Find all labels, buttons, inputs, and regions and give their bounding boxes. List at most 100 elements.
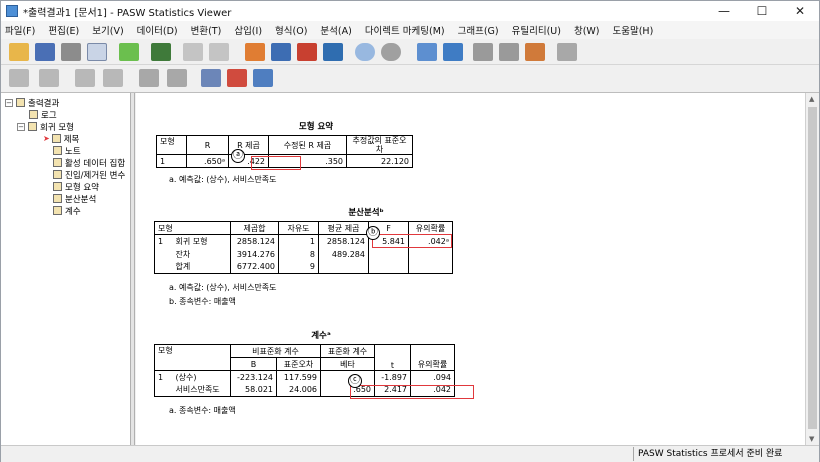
hide-icon[interactable] xyxy=(167,69,187,87)
tree-log[interactable]: 로그 xyxy=(29,109,57,121)
header-cell: 유의확률 xyxy=(408,221,453,235)
menu-bar: 파일(F) 편집(E) 보기(V) 데이터(D) 변환(T) 삽입(I) 형식(… xyxy=(1,21,819,39)
window-title: *출력결과1 [문서1] - PASW Statistics Viewer xyxy=(23,7,232,19)
table-cell: 1 xyxy=(278,234,319,248)
menu-utilities[interactable]: 유틸리티(U) xyxy=(512,23,561,37)
variables-icon[interactable] xyxy=(271,43,291,61)
menu-file[interactable]: 파일(F) xyxy=(5,23,35,37)
goto-case-icon[interactable] xyxy=(245,43,265,61)
collapse-toggle-icon[interactable]: − xyxy=(17,122,25,131)
export-icon[interactable] xyxy=(119,43,139,61)
insert-title-icon[interactable] xyxy=(227,69,247,87)
show-icon[interactable] xyxy=(139,69,159,87)
designate-window-icon[interactable] xyxy=(473,43,493,61)
header-cell: 모형 xyxy=(154,221,231,235)
header-cell: 추정값의 표준오차 xyxy=(346,135,413,155)
table-cell: 489.284 xyxy=(318,247,369,261)
tree-notes[interactable]: 노트 xyxy=(53,145,81,157)
scroll-down-icon[interactable]: ▼ xyxy=(809,435,814,443)
coefficients-title: 계수ᵃ xyxy=(311,331,331,341)
forward-icon[interactable] xyxy=(39,69,59,87)
maximize-button[interactable]: ☐ xyxy=(743,1,781,21)
print-icon[interactable] xyxy=(61,43,81,61)
scrollbar-thumb[interactable] xyxy=(808,107,817,429)
header-cell: 표준오차 xyxy=(276,357,321,371)
show-all-icon[interactable] xyxy=(443,43,463,61)
title-bar: *출력결과1 [문서1] - PASW Statistics Viewer — … xyxy=(1,1,819,21)
tree-model-summary[interactable]: 모형 요약 xyxy=(53,181,99,193)
tree-output[interactable]: − 출력결과 xyxy=(5,97,59,109)
status-bar: PASW Statistics 프로세서 준비 완료 xyxy=(1,445,819,462)
table-cell: 117.599 xyxy=(276,370,321,384)
table-footnote: a. 예측값: (상수), 서비스만족도 xyxy=(169,283,277,292)
weight-icon[interactable] xyxy=(323,43,343,61)
highlight-box xyxy=(350,385,474,399)
minimize-button[interactable]: — xyxy=(705,1,743,21)
tree-variables-entered[interactable]: 진입/제거된 변수 xyxy=(53,169,125,181)
header-cell: 비표준화 계수 xyxy=(230,344,321,358)
expand-icon[interactable] xyxy=(75,69,95,87)
tree-anova[interactable]: 분산분석 xyxy=(53,193,96,205)
header-cell: B xyxy=(230,357,277,371)
title-icon xyxy=(51,134,61,143)
highlight-box xyxy=(251,156,301,170)
back-icon[interactable] xyxy=(9,69,29,87)
select-cases-icon[interactable] xyxy=(297,43,317,61)
value-labels-icon[interactable] xyxy=(381,43,401,61)
menu-direct-marketing[interactable]: 다이렉트 마케팅(M) xyxy=(365,23,445,37)
table-cell: 8 xyxy=(278,247,319,261)
table-cell: 회귀 모형 xyxy=(172,234,231,248)
menu-view[interactable]: 보기(V) xyxy=(92,23,123,37)
save-icon[interactable] xyxy=(35,43,55,61)
header-cell: t xyxy=(374,344,411,371)
table-cell xyxy=(368,260,409,274)
menu-window[interactable]: 창(W) xyxy=(574,23,600,37)
vertical-scrollbar[interactable]: ▲ ▼ xyxy=(805,93,819,445)
outline-pane: − 출력결과 로그 − 회귀 모형 ➤ 제목 노트 활성 데이터 집합 진입/제… xyxy=(1,93,131,445)
pane-splitter[interactable] xyxy=(131,93,135,445)
table-cell xyxy=(408,247,453,261)
table-cell: 1 xyxy=(156,154,187,168)
menu-help[interactable]: 도움말(H) xyxy=(613,23,654,37)
tree-active-dataset[interactable]: 활성 데이터 집합 xyxy=(53,157,125,169)
preview-icon[interactable] xyxy=(87,43,107,61)
table-cell: 1 xyxy=(154,370,173,384)
current-arrow-icon: ➤ xyxy=(43,134,50,143)
menu-data[interactable]: 데이터(D) xyxy=(137,23,178,37)
goto-data-icon[interactable] xyxy=(151,43,171,61)
table-icon xyxy=(53,206,62,215)
open-icon[interactable] xyxy=(9,43,29,61)
table-cell: -223.124 xyxy=(230,370,277,384)
table-cell: 1 xyxy=(154,234,173,248)
insert-text-icon[interactable] xyxy=(253,69,273,87)
table-cell: 3914.276 xyxy=(230,247,279,261)
stop-icon[interactable] xyxy=(557,43,577,61)
menu-graphs[interactable]: 그래프(G) xyxy=(458,23,499,37)
undo-icon[interactable] xyxy=(183,43,203,61)
viewer-window: *출력결과1 [문서1] - PASW Statistics Viewer — … xyxy=(0,0,820,462)
table-cell: (상수) xyxy=(172,370,231,384)
header-cell: 자유도 xyxy=(278,221,319,235)
collapse-icon[interactable] xyxy=(103,69,123,87)
collapse-toggle-icon[interactable]: − xyxy=(5,98,13,107)
close-button[interactable]: ✕ xyxy=(781,1,819,21)
promote-icon[interactable] xyxy=(525,43,545,61)
tree-regression[interactable]: − 회귀 모형 xyxy=(17,121,74,133)
header-cell: 모형 xyxy=(156,135,187,155)
insert-output-icon[interactable] xyxy=(499,43,519,61)
menu-edit[interactable]: 편집(E) xyxy=(48,23,79,37)
split-icon[interactable] xyxy=(355,43,375,61)
tree-coefficients[interactable]: 계수 xyxy=(53,205,81,217)
scroll-up-icon[interactable]: ▲ xyxy=(809,95,814,103)
menu-transform[interactable]: 변환(T) xyxy=(191,23,222,37)
menu-insert[interactable]: 삽입(I) xyxy=(234,23,262,37)
insert-heading-icon[interactable] xyxy=(201,69,221,87)
tree-title[interactable]: ➤ 제목 xyxy=(43,133,79,145)
anova-title: 분산분석ᵇ xyxy=(348,208,384,218)
menu-format[interactable]: 형식(O) xyxy=(275,23,307,37)
status-text: PASW Statistics 프로세서 준비 완료 xyxy=(633,447,782,461)
use-sets-icon[interactable] xyxy=(417,43,437,61)
redo-icon[interactable] xyxy=(209,43,229,61)
menu-analyze[interactable]: 분석(A) xyxy=(320,23,351,37)
table-cell: -1.897 xyxy=(374,370,411,384)
